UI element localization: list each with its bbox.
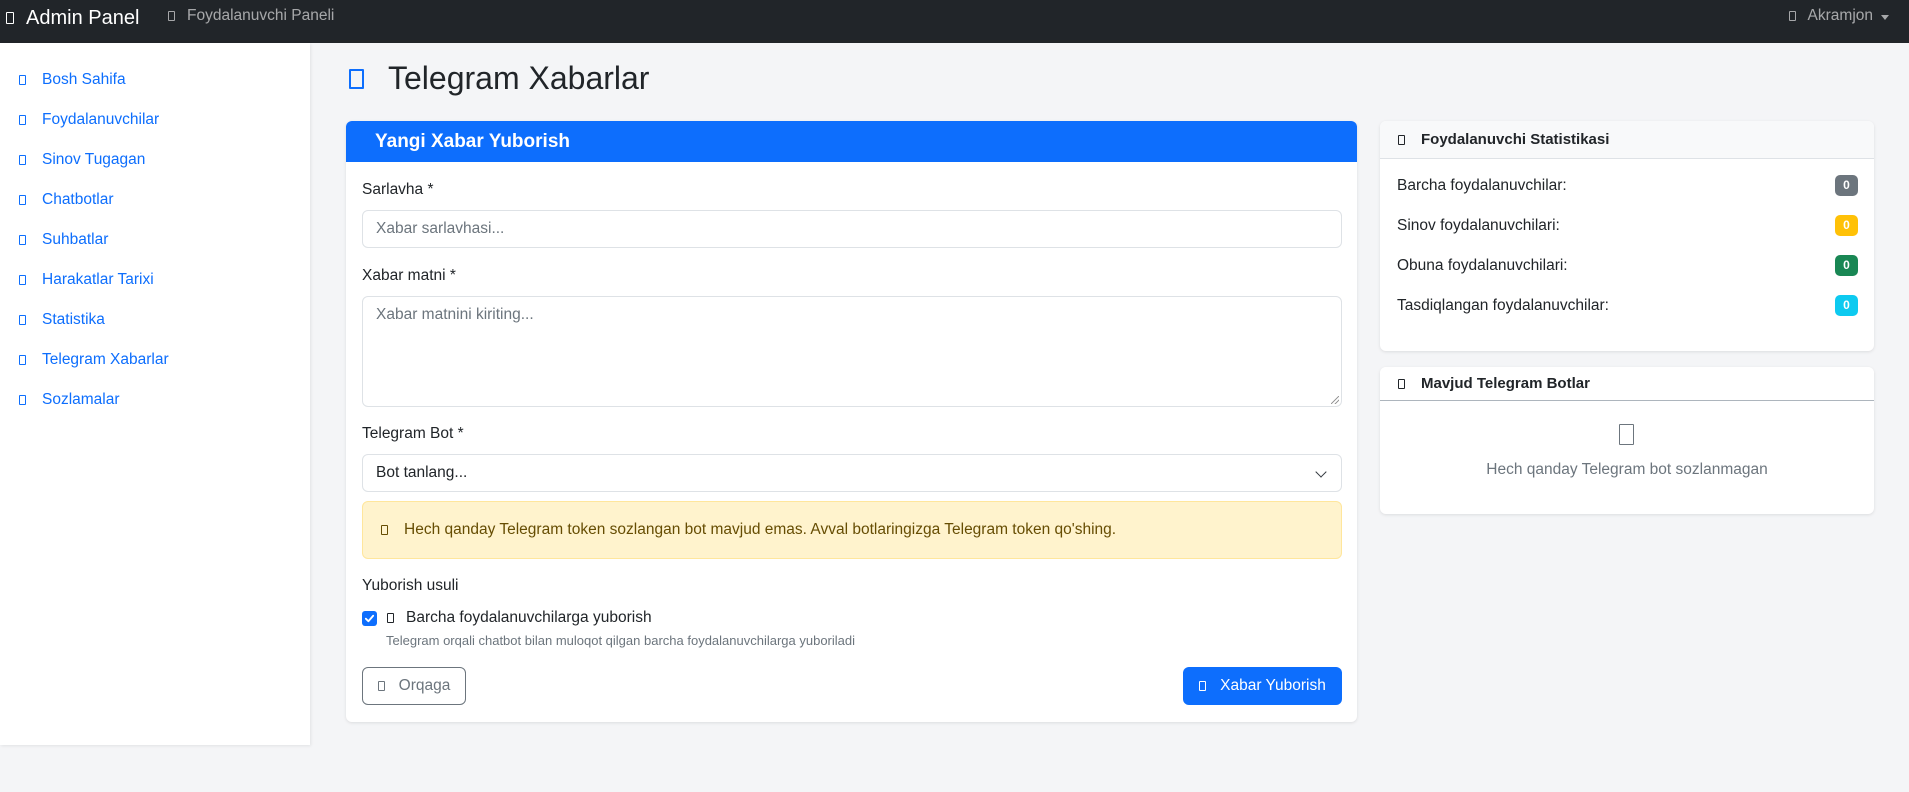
- robot-icon: [1398, 378, 1405, 389]
- sidebar-item-label: Foydalanuvchilar: [42, 111, 160, 128]
- gear-icon: [19, 395, 26, 405]
- stat-row-verified-users: Tasdiqlangan foydalanuvchilar: 0: [1397, 295, 1858, 316]
- title-input[interactable]: Xabar sarlavhasi...: [362, 210, 1342, 248]
- send-all-help-text: Telegram orqali chatbot bilan muloqot qi…: [386, 633, 856, 648]
- robot-icon: [1619, 424, 1634, 445]
- sidebar-item-label: Sozlamalar: [42, 391, 120, 408]
- sidebar-item-suhbatlar[interactable]: Suhbatlar: [19, 229, 108, 251]
- user-stats-card: Foydalanuvchi Statistikasi Barcha foydal…: [1380, 121, 1874, 351]
- title-label: Sarlavha *: [362, 181, 434, 198]
- chart-icon: [1398, 134, 1405, 145]
- sidebar-item-label: Telegram Xabarlar: [42, 351, 169, 368]
- card-header: Yangi Xabar Yuborish: [346, 121, 1357, 162]
- page-title: Telegram Xabarlar: [349, 60, 649, 97]
- card-header-label: Mavjud Telegram Botlar: [1421, 375, 1590, 392]
- sidebar-item-label: Statistika: [42, 311, 105, 328]
- back-button[interactable]: Orqaga: [362, 667, 466, 705]
- message-textarea[interactable]: Xabar matnini kiriting...: [362, 296, 1342, 407]
- brand-icon: [6, 12, 14, 24]
- send-button-label: Xabar Yuborish: [1220, 677, 1326, 694]
- caret-down-icon: [1881, 14, 1889, 20]
- arrow-left-icon: [377, 681, 385, 691]
- clock-icon: [19, 155, 26, 165]
- top-navbar: Admin Panel Foydalanuvchi Paneli Akramjo…: [0, 0, 1909, 43]
- stat-badge: 0: [1835, 215, 1858, 236]
- send-all-checkbox[interactable]: [362, 610, 377, 626]
- sidebar-item-label: Harakatlar Tarixi: [42, 271, 154, 288]
- stat-row-all-users: Barcha foydalanuvchilar: 0: [1397, 175, 1858, 196]
- warning-icon: [381, 525, 388, 535]
- card-header-label: Foydalanuvchi Statistikasi: [1421, 131, 1610, 148]
- send-method-label: Yuborish usuli: [362, 577, 459, 594]
- robot-icon: [19, 195, 26, 205]
- sidebar-item-sinov-tugagan[interactable]: Sinov Tugagan: [19, 149, 145, 171]
- stat-label: Sinov foydalanuvchilari:: [1397, 216, 1560, 234]
- user-name: Akramjon: [1807, 7, 1873, 24]
- message-label: Xabar matni *: [362, 267, 456, 284]
- stat-badge: 0: [1835, 295, 1858, 316]
- users-icon: [387, 613, 394, 623]
- sidebar-item-statistika[interactable]: Statistika: [19, 309, 105, 331]
- stat-row-subscribed-users: Obuna foydalanuvchilari: 0: [1397, 255, 1858, 276]
- stat-label: Tasdiqlangan foydalanuvchilar:: [1397, 296, 1609, 314]
- user-icon: [1788, 11, 1796, 21]
- stat-badge: 0: [1835, 255, 1858, 276]
- send-message-card: Yangi Xabar Yuborish Sarlavha * Xabar sa…: [346, 121, 1357, 722]
- user-panel-icon: [168, 11, 175, 21]
- sidebar-item-sozlamalar[interactable]: Sozlamalar: [19, 389, 120, 411]
- user-menu-dropdown[interactable]: Akramjon: [1788, 7, 1889, 25]
- history-icon: [19, 275, 26, 285]
- send-message-button[interactable]: Xabar Yuborish: [1183, 667, 1342, 705]
- message-placeholder: Xabar matnini kiriting...: [376, 306, 534, 323]
- navbar-brand[interactable]: Admin Panel: [6, 5, 139, 31]
- send-all-option[interactable]: Barcha foydalanuvchilarga yuborish: [362, 609, 652, 627]
- telegram-icon: [19, 355, 26, 365]
- card-header: Foydalanuvchi Statistikasi: [1380, 121, 1874, 159]
- users-icon: [19, 115, 26, 125]
- stat-label: Barcha foydalanuvchilar:: [1397, 176, 1567, 194]
- sidebar-item-telegram-xabarlar[interactable]: Telegram Xabarlar: [19, 349, 169, 371]
- sidebar-item-foydalanuvchilar[interactable]: Foydalanuvchilar: [19, 109, 159, 131]
- sidebar-item-label: Suhbatlar: [42, 231, 109, 248]
- send-icon: [1199, 681, 1207, 691]
- bot-select[interactable]: Bot tanlang...: [362, 454, 1342, 492]
- sidebar-item-bosh-sahifa[interactable]: Bosh Sahifa: [19, 69, 126, 91]
- bot-label: Telegram Bot *: [362, 425, 464, 442]
- sidebar-item-chatbotlar[interactable]: Chatbotlar: [19, 189, 114, 211]
- chat-icon: [19, 235, 26, 245]
- stat-badge: 0: [1835, 175, 1858, 196]
- stat-row-trial-users: Sinov foydalanuvchilari: 0: [1397, 215, 1858, 236]
- bot-select-value: Bot tanlang...: [376, 464, 468, 481]
- telegram-icon: [349, 68, 364, 89]
- home-icon: [19, 75, 26, 85]
- page-title-text: Telegram Xabarlar: [388, 60, 650, 96]
- sidebar-item-harakatlar-tarixi[interactable]: Harakatlar Tarixi: [19, 269, 154, 291]
- stat-label: Obuna foydalanuvchilari:: [1397, 256, 1568, 274]
- send-all-label: Barcha foydalanuvchilarga yuborish: [406, 609, 652, 626]
- checkmark-icon: [364, 614, 375, 622]
- warning-alert: Hech qanday Telegram token sozlangan bot…: [362, 501, 1342, 559]
- brand-label: Admin Panel: [26, 6, 140, 29]
- sidebar-item-label: Bosh Sahifa: [42, 71, 126, 88]
- warning-text: Hech qanday Telegram token sozlangan bot…: [404, 521, 1117, 538]
- telegram-bots-card: Mavjud Telegram Botlar Hech qanday Teleg…: [1380, 367, 1874, 514]
- sidebar: Bosh Sahifa Foydalanuvchilar Sinov Tugag…: [0, 43, 310, 745]
- title-placeholder: Xabar sarlavhasi...: [376, 220, 505, 237]
- resize-handle[interactable]: [1331, 396, 1339, 404]
- chevron-down-icon: [1315, 466, 1327, 478]
- sidebar-item-label: Chatbotlar: [42, 191, 114, 208]
- back-button-label: Orqaga: [398, 677, 451, 694]
- chart-icon: [19, 315, 26, 325]
- sidebar-item-label: Sinov Tugagan: [42, 151, 146, 168]
- card-header: Mavjud Telegram Botlar: [1380, 367, 1874, 401]
- nav-link-label: Foydalanuvchi Paneli: [187, 7, 335, 24]
- nav-link-user-panel[interactable]: Foydalanuvchi Paneli: [168, 7, 334, 25]
- empty-state-text: Hech qanday Telegram bot sozlanmagan: [1486, 461, 1768, 478]
